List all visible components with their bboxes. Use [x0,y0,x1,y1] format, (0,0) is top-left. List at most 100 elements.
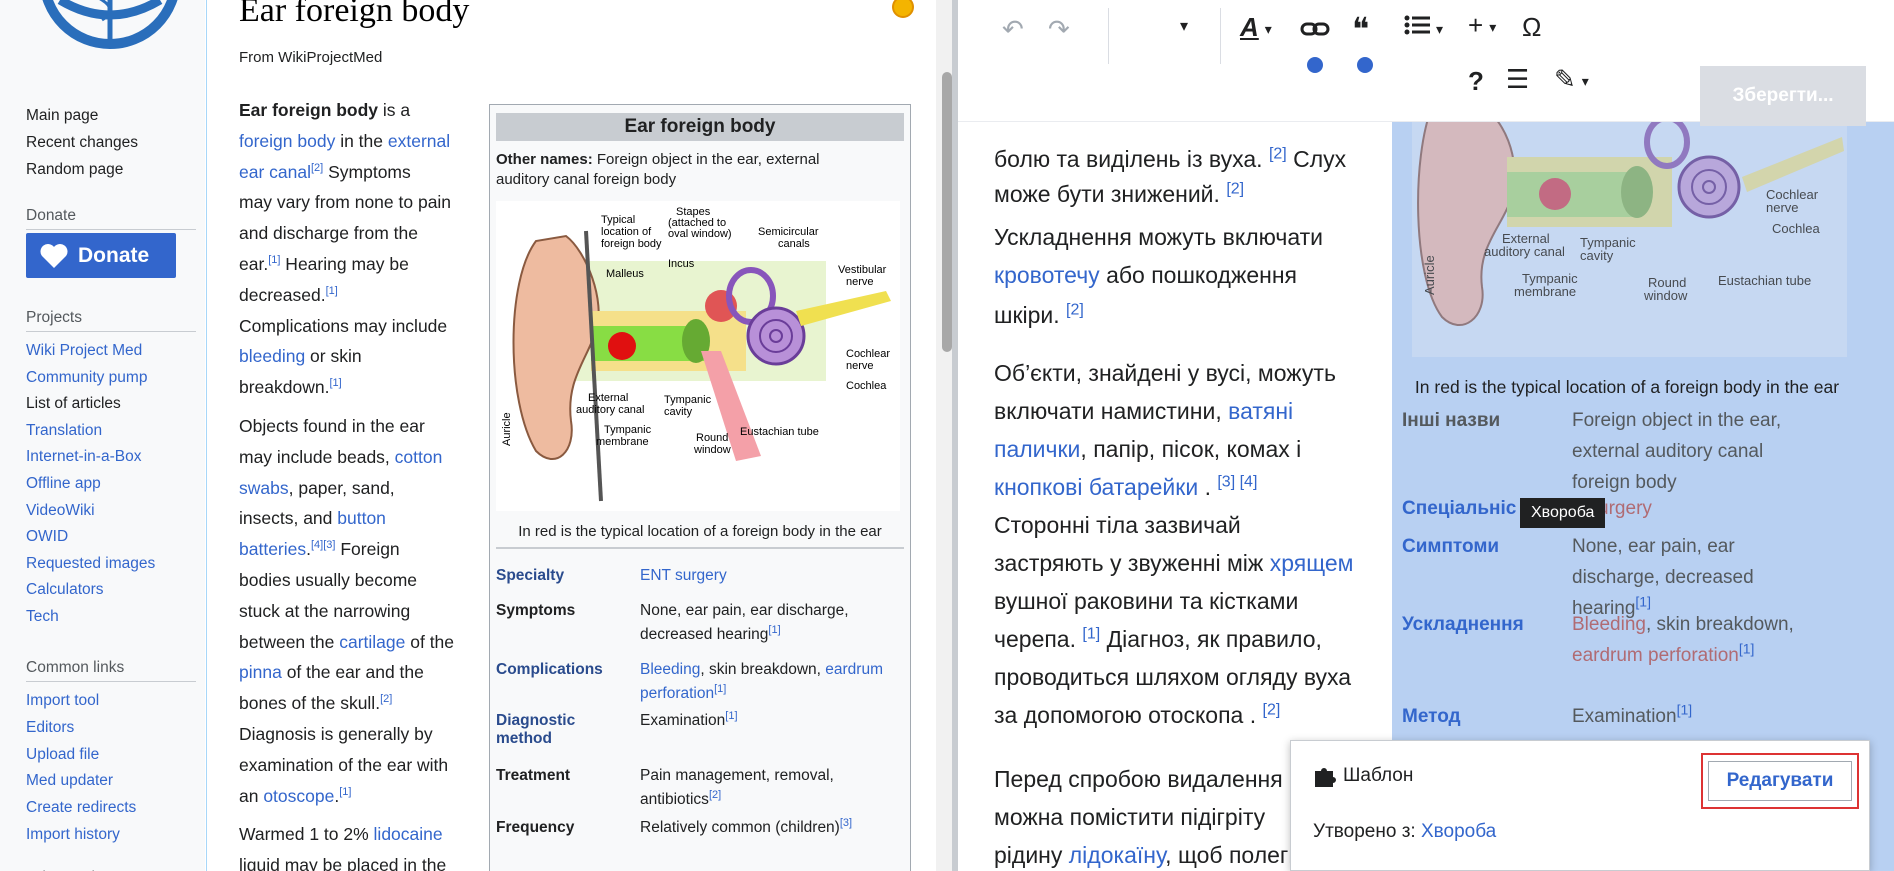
sidebar-project-item[interactable]: OWID [26,528,68,546]
citation-ref[interactable]: [4][3] [311,539,335,551]
sidebar-common-item[interactable]: Upload file [26,746,99,764]
editor-line[interactable]: проводиться шляхом огляду вуха [994,664,1351,691]
wiki-link[interactable]: otoscope [263,786,334,806]
wiki-link[interactable]: eardrum perforation [1572,645,1739,666]
sidebar-project-item[interactable]: Calculators [26,581,104,599]
page-options-menu-icon[interactable]: ☰ [1506,64,1529,95]
sidebar-common-item[interactable]: Import tool [26,692,99,710]
wiki-link[interactable]: Bleeding [640,661,700,678]
citation-ref[interactable]: [2] [1269,145,1287,162]
citation-ref[interactable]: [2] [1066,301,1084,318]
sidebar-common-item[interactable]: Editors [26,719,74,737]
template-source-link[interactable]: Хвороба [1421,821,1496,842]
paragraph-format-dropdown[interactable]: ▾ [1180,16,1188,36]
wiki-link[interactable]: batteries [239,539,306,559]
editor-line[interactable]: Перед спробою видалення [994,766,1283,793]
wiki-link[interactable]: bleeding [239,346,305,366]
cite-quote-icon[interactable]: ❝ [1352,10,1369,48]
sidebar-nav-item[interactable]: Random page [26,161,123,179]
sidebar-project-item[interactable]: VideoWiki [26,502,95,520]
editor-line[interactable]: палички, папір, пісок, комах і [994,436,1301,463]
citation-ref[interactable]: [2] [311,162,323,174]
infobox-label[interactable]: Specialty [496,567,564,585]
editor-line[interactable]: включати намистини, ватяні [994,398,1293,425]
wiki-link[interactable]: кровотечу [994,262,1100,288]
undo-icon[interactable]: ↶ [1002,14,1024,45]
editor-line[interactable]: можна помістити підігрiту [994,804,1265,831]
editor-line[interactable]: болю та виділень із вуха. [2] Слух [994,146,1346,173]
sidebar-project-item[interactable]: Translation [26,422,102,440]
editor-line[interactable]: вушної раковини та кістками [994,588,1298,615]
citation-ref[interactable]: [3] [840,817,852,829]
sidebar-project-item[interactable]: Wiki Project Med [26,342,142,360]
wiki-link[interactable]: ENT surgery [640,567,727,584]
reader-scrollbar-thumb[interactable] [942,72,952,352]
sidebar-project-item[interactable]: Offline app [26,475,101,493]
wiki-link[interactable]: хрящем [1270,550,1354,576]
wikiprojectmed-logo-icon[interactable] [30,0,190,50]
sidebar-project-item[interactable]: Internet-in-a-Box [26,448,141,466]
wiki-link[interactable]: Bleeding [1572,614,1646,635]
sidebar-project-item[interactable]: Tech [26,608,59,626]
insert-button[interactable]: + ▾ [1468,10,1496,41]
citation-ref[interactable]: [2] [1263,701,1281,718]
editor-line[interactable]: Об’єкти, знайдені у вусі, можуть [994,360,1336,387]
sidebar-project-item[interactable]: Community pump [26,369,147,387]
wiki-link[interactable]: button [337,508,386,528]
ear-anatomy-diagram[interactable]: Typical location of foreign body Stapes (at… [496,201,900,511]
citation-ref[interactable]: [1] [1082,625,1100,642]
editor-line[interactable]: може бути знижений. [2] [994,181,1244,208]
citation-ref[interactable]: [1] [268,254,280,266]
sidebar-common-item[interactable]: Create redirects [26,799,136,817]
help-icon[interactable]: ? [1468,66,1484,97]
template-edit-button[interactable]: Редагувати [1701,753,1859,809]
wiki-link[interactable]: lidocaine [374,824,443,844]
citation-ref[interactable]: [1] [1677,702,1693,718]
sidebar-common-item[interactable]: Import history [26,826,120,844]
citation-ref[interactable]: [2] [709,789,721,801]
infobox-label[interactable]: Diagnostic method [496,712,575,748]
editor-line[interactable]: черепа. [1] Діагноз, як правило, [994,626,1322,653]
sidebar-nav-item[interactable]: Recent changes [26,134,138,152]
citation-ref[interactable]: [3] [4] [1217,473,1257,490]
text-style-button[interactable]: A ▾ [1240,12,1272,43]
wiki-link[interactable]: cartilage [339,632,405,652]
wiki-link[interactable]: кнопкові батарейки [994,474,1198,500]
wiki-link[interactable]: лідокаїну [1069,842,1165,868]
citation-ref[interactable]: [1] [768,624,780,636]
wiki-link[interactable]: ватяні [1228,398,1293,424]
editor-line[interactable]: Сторонні тіла зазвичай [994,512,1241,539]
sidebar-project-item[interactable]: Requested images [26,555,155,573]
editor-line[interactable]: кровотечу або пошкодження [994,262,1297,289]
citation-ref[interactable]: [2] [1226,180,1244,197]
wiki-link[interactable]: pinna [239,662,282,682]
link-icon[interactable] [1300,18,1330,42]
wiki-link[interactable]: eardrum [825,661,883,678]
sidebar-common-item[interactable]: Med updater [26,772,113,790]
special-characters-icon[interactable]: Ω [1522,12,1541,43]
sidebar-nav-item[interactable]: Main page [26,107,98,125]
editor-line[interactable]: за допомогою отоскопа . [2] [994,702,1280,729]
editor-line[interactable]: Ускладнення можуть включати [994,224,1323,251]
citation-ref[interactable]: [1] [725,710,737,722]
citation-ref[interactable]: [1] [1739,641,1755,657]
citation-ref[interactable]: [1] [329,377,341,389]
good-article-badge-icon[interactable] [892,0,914,18]
wiki-link[interactable]: cotton [395,447,443,467]
wiki-link[interactable]: perforation [640,685,714,702]
wiki-link[interactable]: external [388,131,450,151]
redo-icon[interactable]: ↷ [1048,14,1070,45]
wiki-link[interactable]: foreign body [239,131,335,151]
wiki-link[interactable]: ear canal [239,162,311,182]
wiki-link[interactable]: swabs [239,478,289,498]
citation-ref[interactable]: [1] [326,285,338,297]
editor-line[interactable]: кнопкові батарейки . [3] [4] [994,474,1257,501]
citation-ref[interactable]: [2] [380,693,392,705]
editor-line[interactable]: застряють у звуженні між хрящем [994,550,1353,577]
infobox-label[interactable]: Complications [496,661,603,679]
sidebar-project-item[interactable]: List of articles [26,395,121,413]
wiki-link[interactable]: палички [994,436,1080,462]
list-button[interactable]: ▾ [1404,12,1443,43]
editor-line[interactable]: шкіри. [2] [994,302,1084,329]
citation-ref[interactable]: [1] [1635,594,1651,610]
